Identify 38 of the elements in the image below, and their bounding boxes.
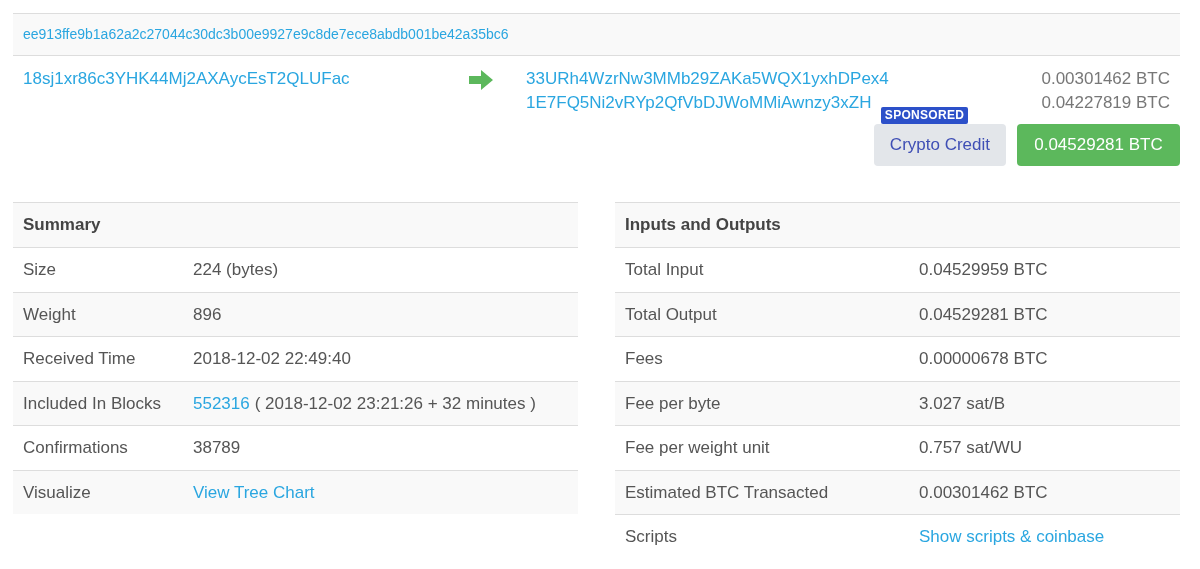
row-label: Fees xyxy=(625,348,664,370)
row-value: 0.00000678 BTC xyxy=(919,348,1048,370)
row-value: 0.757 sat/WU xyxy=(919,437,1022,459)
row-value: 2018-12-02 22:49:40 xyxy=(193,348,351,370)
row-value: 3.027 sat/B xyxy=(919,392,1005,415)
output-address-link[interactable]: 33URh4WzrNw3MMb29ZAKa5WQX1yxhDPex4 xyxy=(526,67,889,91)
row-label: Estimated BTC Transacted xyxy=(625,481,830,504)
row-label: Total Input xyxy=(625,259,705,281)
output-amount: 0.04227819 BTC xyxy=(1041,92,1170,114)
row-label: Fee per byte xyxy=(625,392,722,415)
row-value: ( 2018-12-02 23:21:26 + 32 minutes ) xyxy=(254,392,536,415)
row-label: Size xyxy=(23,259,58,281)
value-link[interactable]: 552316 xyxy=(193,390,250,416)
table-title: Inputs and Outputs xyxy=(625,214,781,237)
crypto-credit-button[interactable]: Crypto Credit xyxy=(873,124,1006,166)
row-label: Scripts xyxy=(625,526,678,548)
row-value: 0.04529281 BTC xyxy=(919,303,1048,326)
table-title: Summary xyxy=(23,214,101,237)
row-value: 0.00301462 BTC xyxy=(919,481,1048,504)
row-label: Fee per weight unit xyxy=(625,437,771,459)
output-amount: 0.00301462 BTC xyxy=(1041,68,1170,90)
input-address-link[interactable]: 18sj1xr86c3YHK44Mj2AXAycEsT2QLUFac xyxy=(23,67,350,91)
output-address-link[interactable]: 1E7FQ5Ni2vRYp2QfVbDJWoMMiAwnzy3xZH xyxy=(526,91,872,115)
row-value: 224 (bytes) xyxy=(193,259,279,281)
row-value: 896 xyxy=(193,303,222,326)
row-label: Visualize xyxy=(23,481,92,504)
row-value: 38789 xyxy=(193,437,241,459)
row-label: Total Output xyxy=(625,303,718,326)
row-value: 0.04529959 BTC xyxy=(919,259,1048,281)
row-label: Weight xyxy=(23,303,77,326)
row-label: Included In Blocks xyxy=(23,392,162,415)
row-label: Received Time xyxy=(23,348,137,370)
value-link[interactable]: View Tree Chart xyxy=(193,479,315,505)
sponsored-badge: SPONSORED xyxy=(880,107,969,124)
arrow-right-icon xyxy=(468,69,494,91)
row-label: Confirmations xyxy=(23,437,129,459)
value-link[interactable]: Show scripts & coinbase xyxy=(919,524,1105,550)
total-amount-button[interactable]: 0.04529281 BTC xyxy=(1017,124,1180,166)
